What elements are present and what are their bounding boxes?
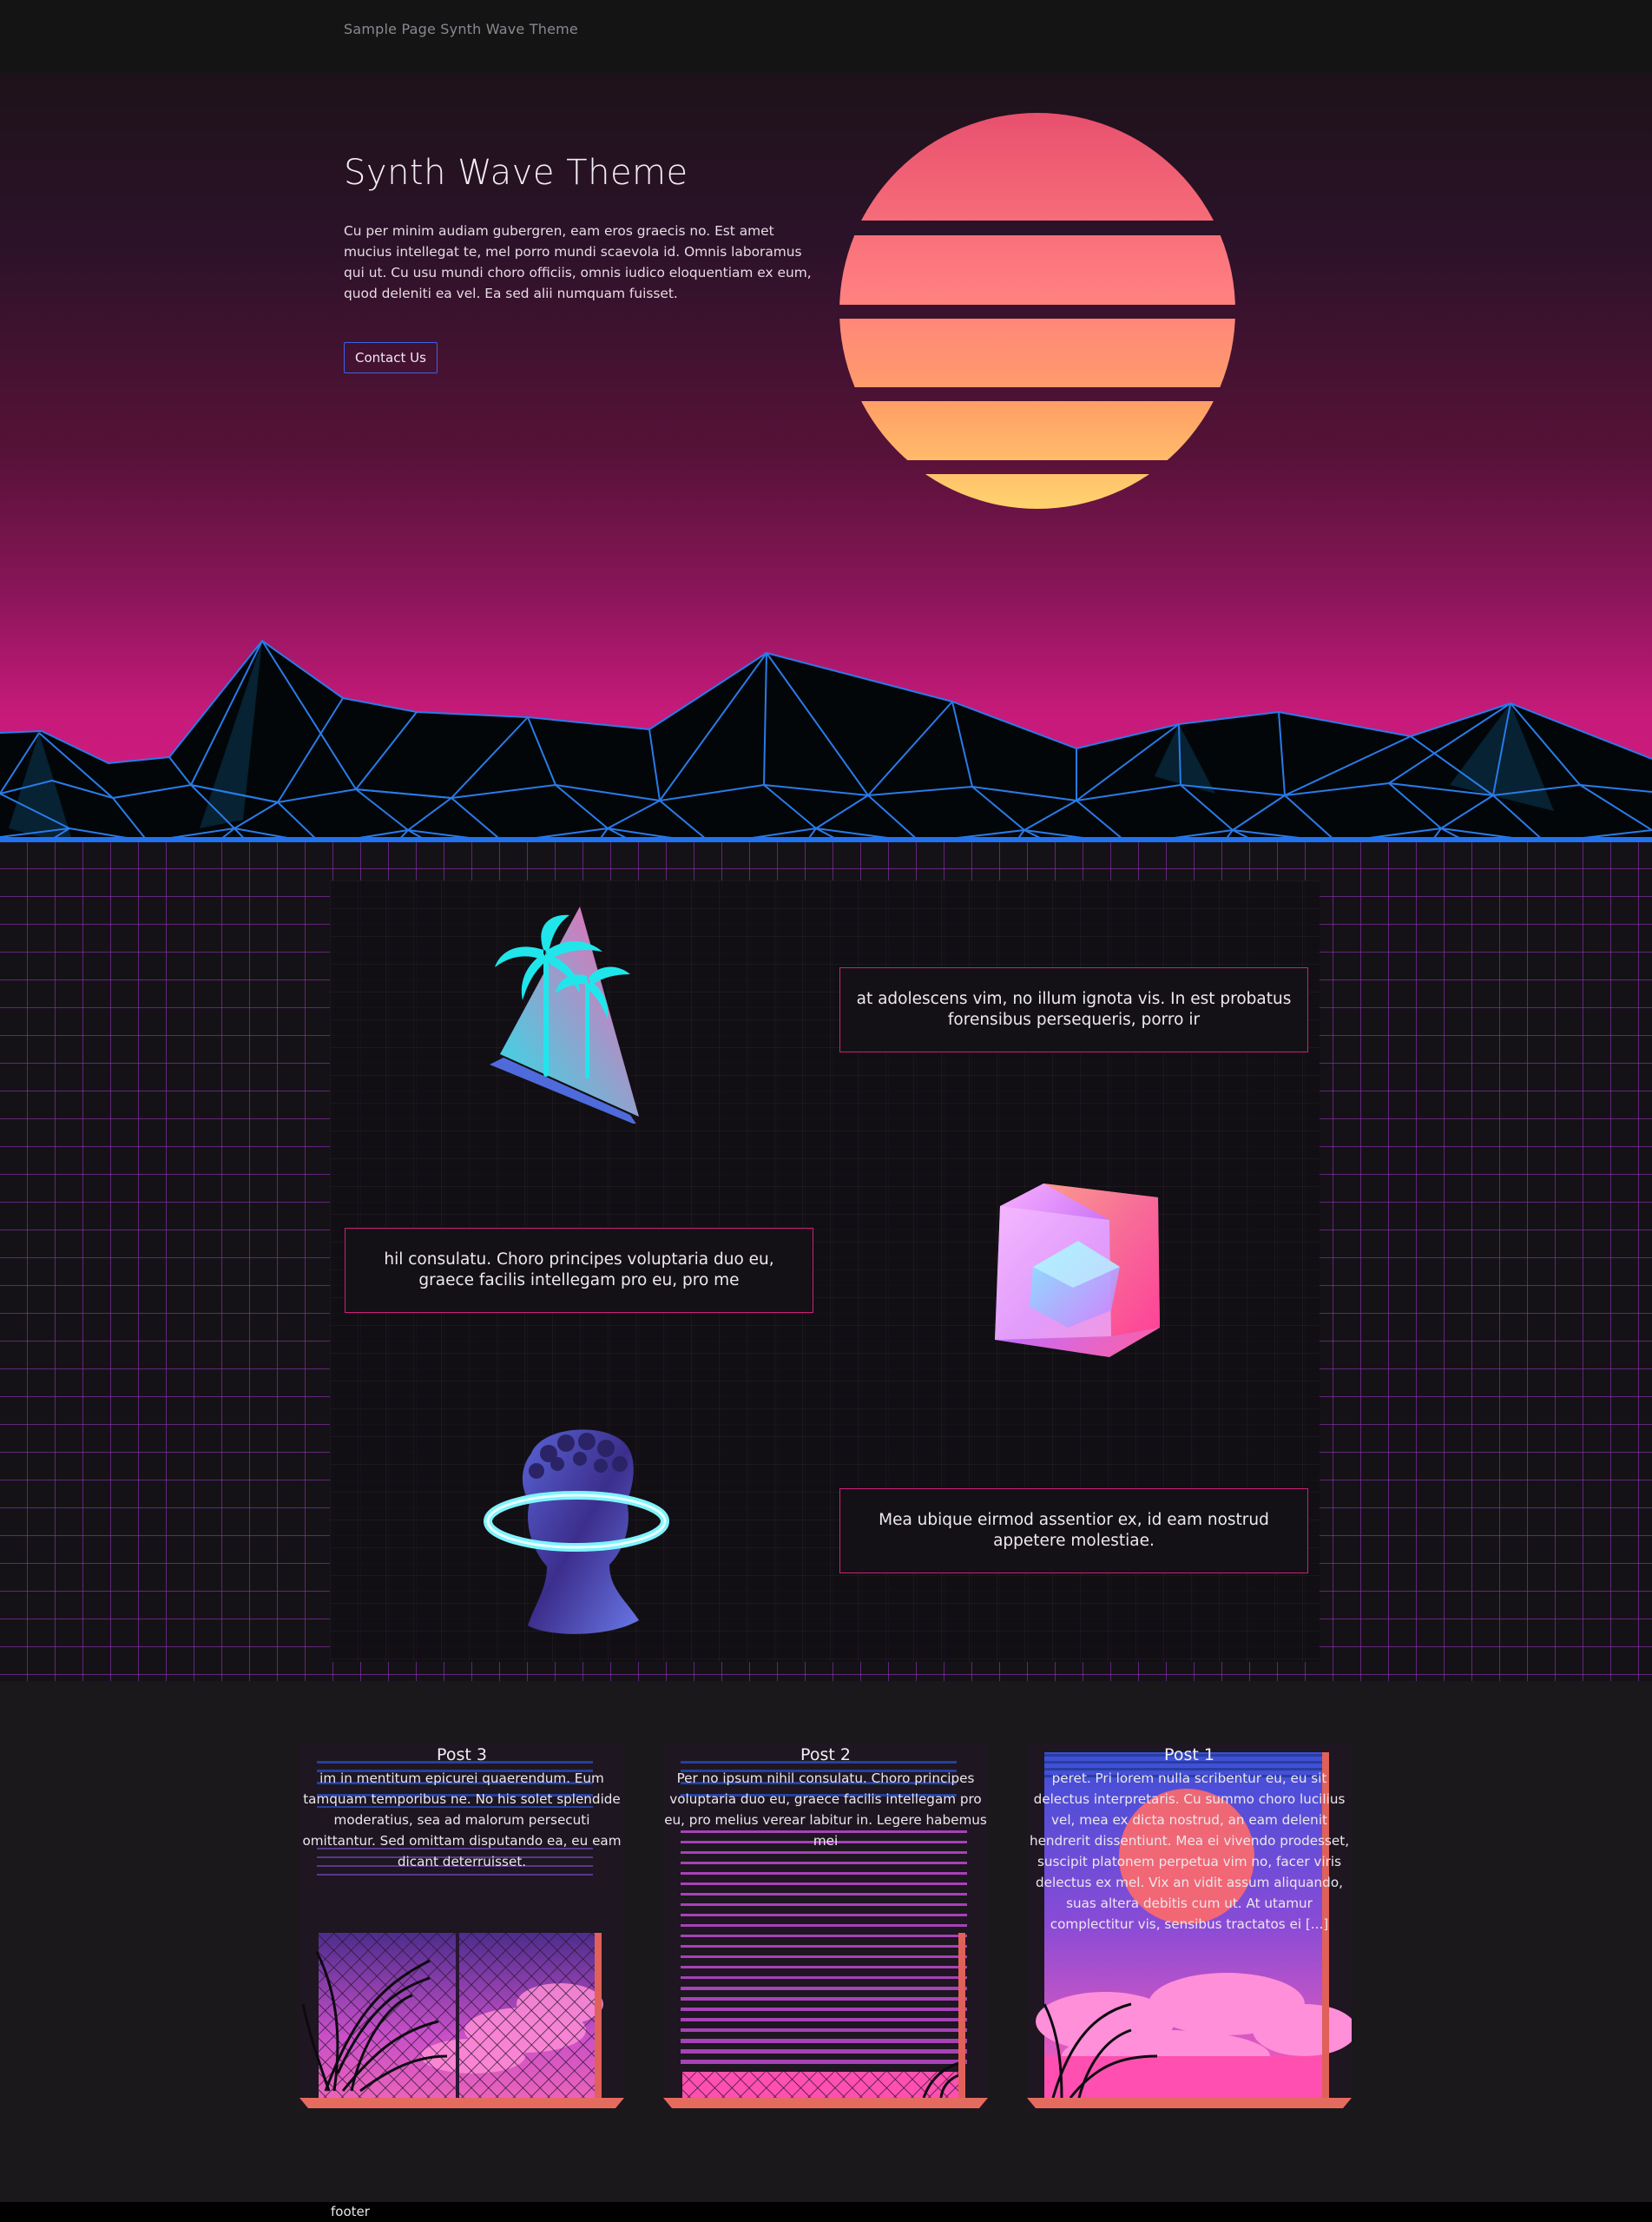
post-3-excerpt: im in mentitum epicurei quaerendum. Eum … bbox=[302, 1770, 622, 1869]
feature-quote-1: at adolescens vim, no illum ignota vis. … bbox=[839, 967, 1308, 1052]
feature-quote-2: hil consulatu. Choro principes voluptari… bbox=[345, 1228, 813, 1313]
contact-us-button[interactable]: Contact Us bbox=[344, 342, 438, 373]
post-3-title[interactable]: Post 3 bbox=[299, 1745, 624, 1764]
post-2-title[interactable]: Post 2 bbox=[663, 1745, 988, 1764]
post-card-2[interactable]: Post 2 Per no ipsum nihil consulatu. Cho… bbox=[663, 1744, 988, 2108]
footer: footer bbox=[0, 2202, 1652, 2222]
top-bar: Sample Page Synth Wave Theme bbox=[0, 0, 1652, 73]
footer-label: footer bbox=[331, 2204, 370, 2219]
hero-section: Synth Wave Theme Cu per minim audiam gub… bbox=[0, 73, 1652, 837]
feature-quote-3: Mea ubique eirmod assentior ex, id eam n… bbox=[839, 1488, 1308, 1573]
post-1-excerpt: peret. Pri lorem nulla scribentur eu, eu… bbox=[1029, 1770, 1350, 1932]
hero-description: Cu per minim audiam gubergren, eam eros … bbox=[344, 223, 812, 301]
post-1-title[interactable]: Post 1 bbox=[1027, 1745, 1352, 1764]
hero-title: Synth Wave Theme bbox=[344, 153, 688, 193]
features-section: at adolescens vim, no illum ignota vis. … bbox=[0, 837, 1652, 1681]
site-title[interactable]: Sample Page Synth Wave Theme bbox=[344, 21, 578, 37]
post-card-3[interactable]: Post 3 im in mentitum epicurei quaerendu… bbox=[299, 1744, 624, 2108]
statue-halo-image bbox=[484, 1429, 669, 1634]
features-panel: at adolescens vim, no illum ignota vis. … bbox=[330, 880, 1320, 1662]
posts-section: Post 3 im in mentitum epicurei quaerendu… bbox=[0, 1681, 1652, 2202]
post-2-excerpt: Per no ipsum nihil consulatu. Choro prin… bbox=[664, 1770, 987, 1849]
wireframe-mountains bbox=[0, 640, 1652, 837]
holographic-cube-image bbox=[995, 1184, 1160, 1357]
sunset-sun-graphic bbox=[839, 113, 1235, 509]
palm-triangle-image bbox=[490, 907, 639, 1124]
post-card-1[interactable]: Post 1 peret. Pri lorem nulla scribentur… bbox=[1027, 1744, 1352, 2108]
